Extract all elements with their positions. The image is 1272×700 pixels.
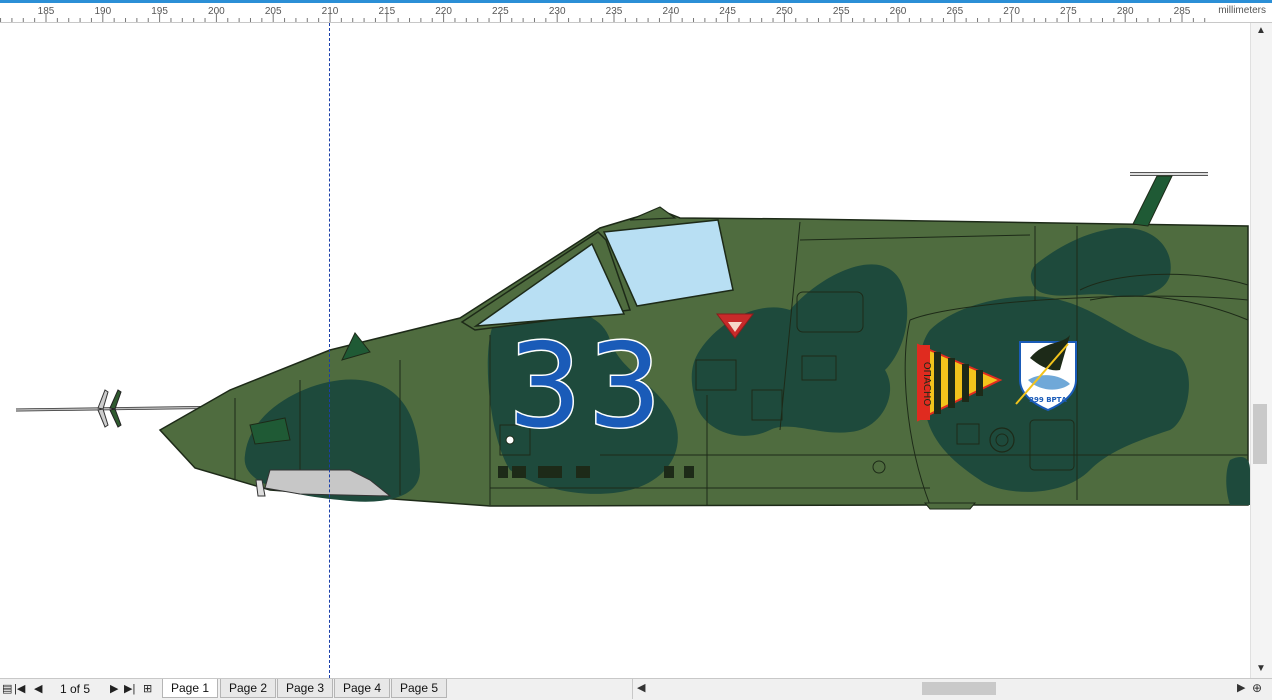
ruler-label: 220 <box>435 6 452 17</box>
next-page-icon[interactable]: ▶ <box>110 682 118 695</box>
ruler-label: 195 <box>151 6 168 17</box>
horizontal-ruler[interactable]: 185 190 195 200 205 210 215 220 225 230 235 240 245 2… <box>0 0 1272 23</box>
add-page-icon[interactable]: ⊞ <box>143 682 152 695</box>
zoom-icon[interactable]: ⊕ <box>1252 681 1262 695</box>
aircraft-drawing[interactable]: 33 ОПАСНО 299 ВРТА <box>0 23 1250 678</box>
dorsal-antenna <box>1130 172 1208 227</box>
ruler-label: 285 <box>1174 6 1191 17</box>
ruler-units: millimeters <box>1218 5 1266 16</box>
ruler-label: 185 <box>38 6 55 17</box>
ruler-label: 225 <box>492 6 509 17</box>
tab-page-5[interactable]: Page 5 <box>391 679 448 698</box>
ruler-label: 270 <box>1003 6 1020 17</box>
ruler-label: 200 <box>208 6 225 17</box>
page-navigator: ▤ |◀ ◀ 1 of 5 ▶ ▶| ⊞ Page 1 Page 2 Page … <box>0 678 1272 700</box>
scroll-up-icon[interactable]: ▲ <box>1256 25 1266 36</box>
scroll-down-icon[interactable]: ▼ <box>1256 663 1266 674</box>
ruler-label: 230 <box>549 6 566 17</box>
ruler-label: 240 <box>662 6 679 17</box>
vertical-scrollbar[interactable]: ▲ ▼ <box>1250 23 1272 678</box>
ruler-label: 245 <box>719 6 736 17</box>
tab-page-3[interactable]: Page 3 <box>277 679 334 698</box>
vertical-scroll-thumb[interactable] <box>1253 404 1267 464</box>
tab-page-4[interactable]: Page 4 <box>334 679 391 698</box>
page-counter: 1 of 5 <box>60 682 91 696</box>
ruler-label: 265 <box>946 6 963 17</box>
belly-fairing <box>923 502 977 510</box>
horizontal-scrollbar[interactable]: ◀ ▶ <box>632 679 1253 699</box>
tail-number: 33 <box>508 319 668 454</box>
ruler-ticks: 185 190 195 200 205 210 215 220 225 230 235 240 245 2… <box>0 6 1206 22</box>
ruler-label: 205 <box>265 6 282 17</box>
scroll-right-icon[interactable]: ▶ <box>1237 681 1245 694</box>
page-options-icon[interactable]: ▤ <box>2 682 12 695</box>
guideline[interactable] <box>329 23 330 678</box>
ruler-label: 190 <box>94 6 111 17</box>
ruler-label: 210 <box>322 6 339 17</box>
ruler-label: 260 <box>890 6 907 17</box>
emblem-label: 299 ВРТА <box>1029 396 1067 404</box>
last-page-icon[interactable]: ▶| <box>124 682 135 695</box>
scroll-left-icon[interactable]: ◀ <box>637 681 645 694</box>
ruler-label: 250 <box>776 6 793 17</box>
prev-page-icon[interactable]: ◀ <box>34 682 42 695</box>
ruler-label: 215 <box>378 6 395 17</box>
tab-page-1[interactable]: Page 1 <box>162 679 219 698</box>
drawing-canvas[interactable]: 33 ОПАСНО 299 ВРТА <box>0 23 1250 678</box>
ruler-label: 275 <box>1060 6 1077 17</box>
ruler-label: 280 <box>1117 6 1134 17</box>
ruler-label: 235 <box>606 6 623 17</box>
ruler-label: 255 <box>833 6 850 17</box>
first-page-icon[interactable]: |◀ <box>14 682 25 695</box>
tab-page-2[interactable]: Page 2 <box>220 679 277 698</box>
warning-label: ОПАСНО <box>921 362 932 407</box>
horizontal-scroll-thumb[interactable] <box>922 682 996 695</box>
